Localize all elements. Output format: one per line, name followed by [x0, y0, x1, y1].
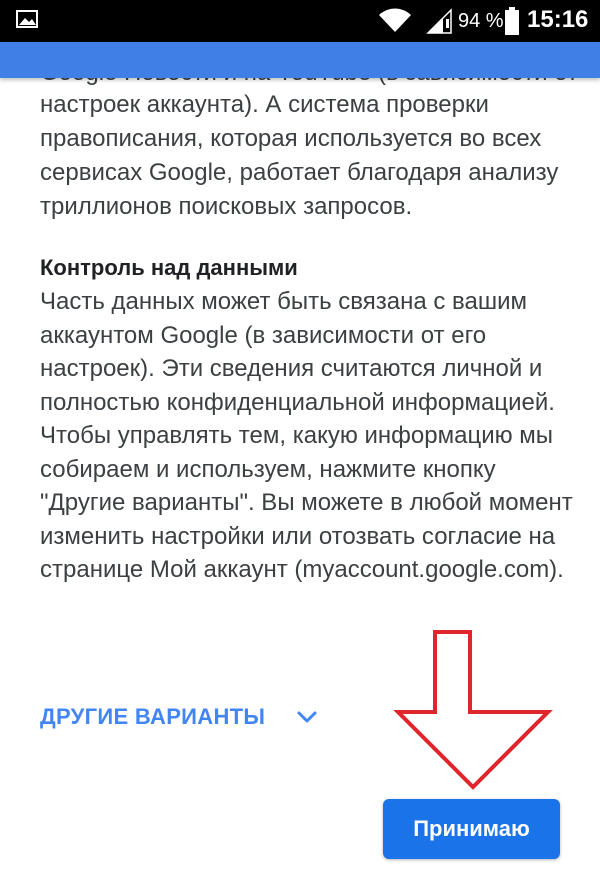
- gallery-icon: [16, 10, 38, 28]
- other-options-label: ДРУГИЕ ВАРИАНТЫ: [40, 704, 266, 729]
- battery-percent: 94 %: [458, 10, 504, 32]
- other-options-button[interactable]: ДРУГИЕ ВАРИАНТЫ: [40, 700, 319, 734]
- chevron-down-icon: [297, 711, 317, 723]
- red-arrow-annotation: [393, 630, 553, 790]
- status-bar: 94 % 15:16: [0, 0, 600, 42]
- paragraph-data-control: Часть данных может быть связана с вашим …: [40, 288, 573, 583]
- section-heading-data-control: Контроль над данными: [40, 255, 298, 280]
- paragraph-spelling: настроек аккаунта). А система проверки п…: [40, 91, 559, 220]
- accept-button[interactable]: Принимаю: [383, 799, 560, 859]
- status-clock: 15:16: [527, 6, 589, 33]
- wifi-icon: [379, 8, 411, 32]
- battery-icon: [505, 7, 519, 35]
- app-header-bar: [0, 42, 600, 78]
- signal-icon: [426, 8, 452, 34]
